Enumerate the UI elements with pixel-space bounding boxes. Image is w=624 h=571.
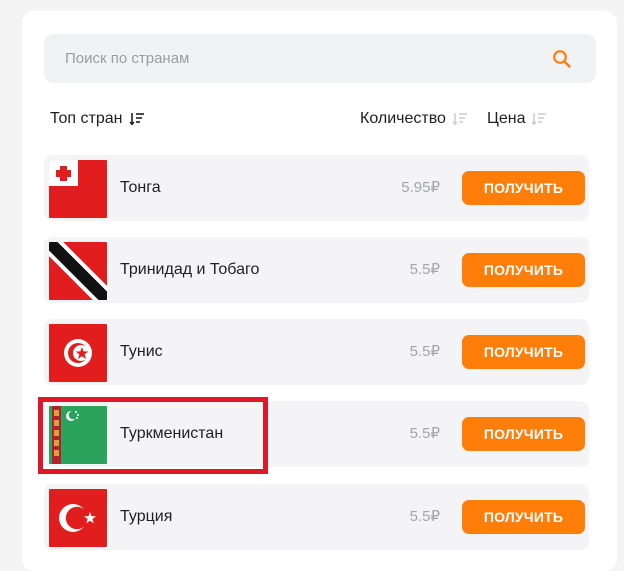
country-name: Турция bbox=[120, 508, 173, 525]
country-row[interactable]: Тунис 5.5₽ ПОЛУЧИТЬ bbox=[44, 319, 589, 385]
sort-descending-icon bbox=[128, 111, 145, 127]
get-number-button[interactable]: ПОЛУЧИТЬ bbox=[462, 171, 585, 205]
sort-by-countries[interactable]: Топ стран bbox=[50, 110, 145, 128]
country-row[interactable]: Туркменистан 5.5₽ ПОЛУЧИТЬ bbox=[44, 401, 589, 467]
country-row[interactable]: Турция 5.5₽ ПОЛУЧИТЬ bbox=[44, 484, 589, 550]
countries-header-label: Топ стран bbox=[50, 110, 123, 127]
get-number-button[interactable]: ПОЛУЧИТЬ bbox=[462, 335, 585, 369]
trinidad-and-tobago-flag-icon bbox=[49, 242, 107, 300]
country-price: 5.5₽ bbox=[409, 343, 440, 360]
search-input[interactable] bbox=[44, 34, 596, 83]
turkey-flag-icon bbox=[49, 489, 107, 547]
quantity-header-label: Количество bbox=[360, 110, 446, 127]
tonga-flag-icon bbox=[49, 160, 107, 218]
tunisia-flag-icon bbox=[49, 324, 107, 382]
country-row[interactable]: Тонга 5.95₽ ПОЛУЧИТЬ bbox=[44, 155, 589, 221]
get-number-button[interactable]: ПОЛУЧИТЬ bbox=[462, 417, 585, 451]
sort-by-price[interactable]: Цена bbox=[487, 110, 547, 128]
country-name: Тринидад и Тобаго bbox=[120, 261, 260, 278]
sort-icon bbox=[452, 111, 468, 127]
get-number-button[interactable]: ПОЛУЧИТЬ bbox=[462, 253, 585, 287]
country-name: Тонга bbox=[120, 179, 161, 196]
sort-by-quantity[interactable]: Количество bbox=[360, 110, 468, 128]
country-row[interactable]: Тринидад и Тобаго 5.5₽ ПОЛУЧИТЬ bbox=[44, 237, 589, 303]
country-name: Туркменистан bbox=[120, 425, 224, 442]
country-name: Тунис bbox=[120, 343, 163, 360]
price-header-label: Цена bbox=[487, 110, 526, 127]
get-number-button[interactable]: ПОЛУЧИТЬ bbox=[462, 500, 585, 534]
country-price: 5.5₽ bbox=[409, 508, 440, 525]
country-price: 5.5₽ bbox=[409, 261, 440, 278]
search-button[interactable] bbox=[548, 45, 576, 73]
turkmenistan-flag-icon bbox=[49, 406, 107, 464]
country-price: 5.5₽ bbox=[409, 425, 440, 442]
sort-icon bbox=[531, 111, 547, 127]
search-icon bbox=[553, 50, 571, 68]
country-price: 5.95₽ bbox=[401, 179, 440, 196]
